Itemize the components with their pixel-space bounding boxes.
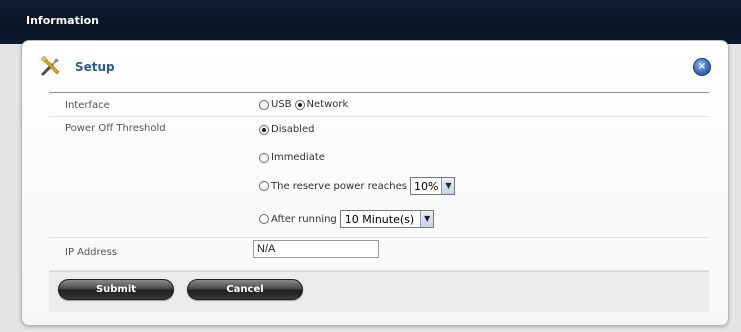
after-running-radio-label[interactable]: After running (271, 214, 337, 225)
reserve-power-radio[interactable] (259, 181, 269, 191)
panel-header: Setup × (22, 41, 728, 93)
immediate-radio[interactable] (259, 152, 269, 163)
ip-address-label: IP Address (65, 247, 117, 258)
panel-title: Setup (75, 60, 115, 74)
cancel-button[interactable]: Cancel (187, 279, 303, 300)
tools-wrench-screwdriver-icon (39, 54, 63, 78)
chevron-down-icon[interactable]: ▼ (441, 178, 455, 194)
reserve-power-option: The reserve power reaches 10% ▼ (259, 177, 456, 195)
usb-radio-label[interactable]: USB (271, 99, 292, 110)
after-running-radio[interactable] (259, 214, 269, 224)
ip-address-input[interactable] (253, 240, 379, 258)
run-minutes-value: 10 Minute(s) (344, 212, 415, 226)
window-title: Information (26, 14, 99, 27)
interface-row: Interface USB Network (49, 94, 709, 117)
after-running-option: After running 10 Minute(s) ▼ (259, 210, 435, 228)
disabled-radio[interactable] (259, 124, 269, 135)
network-radio[interactable] (294, 99, 305, 110)
ip-row: IP Address (49, 238, 709, 271)
header-divider (49, 92, 709, 93)
reserve-power-radio-label[interactable]: The reserve power reaches (271, 181, 407, 192)
immediate-radio-label[interactable]: Immediate (271, 152, 325, 163)
interface-label: Interface (65, 100, 110, 111)
submit-button[interactable]: Submit (58, 279, 174, 300)
power-off-label: Power Off Threshold (65, 123, 166, 134)
power-off-row: Power Off Threshold Disabled Immediate T… (49, 117, 709, 238)
setup-panel: Setup × Interface USB Network Power Off … (21, 40, 729, 326)
reserve-percent-value: 10% (414, 179, 439, 193)
usb-radio[interactable] (259, 99, 269, 110)
top-bar: Information (0, 0, 741, 44)
reserve-percent-select[interactable]: 10% ▼ (410, 177, 456, 195)
disabled-radio-label[interactable]: Disabled (271, 124, 314, 135)
run-minutes-select[interactable]: 10 Minute(s) ▼ (339, 210, 435, 228)
immediate-option: Immediate (259, 152, 325, 163)
disabled-option: Disabled (259, 124, 314, 135)
interface-options: USB Network (259, 99, 348, 110)
network-radio-label[interactable]: Network (307, 99, 349, 110)
chevron-down-icon[interactable]: ▼ (420, 211, 434, 227)
close-icon[interactable]: × (693, 58, 711, 76)
